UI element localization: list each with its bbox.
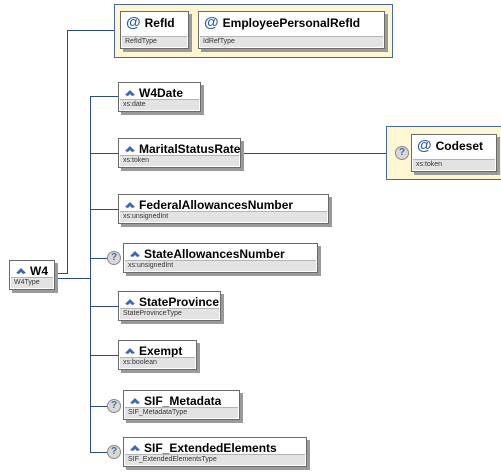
node-face: W4Date xs:date	[118, 82, 201, 112]
node-title: @ Codeset	[417, 137, 483, 154]
node-title: @ RefId	[126, 14, 175, 31]
connector-branch-federal	[90, 209, 118, 210]
element-type: xs:unsignedInt	[125, 260, 316, 271]
element-diamond-icon	[125, 299, 135, 305]
question-mark-icon: ?	[107, 251, 121, 265]
element-name: StateAllowancesNumber	[144, 247, 285, 261]
element-name: SIF_Metadata	[144, 394, 222, 408]
element-federalallowancesnumber[interactable]: FederalAllowancesNumber xs:unsignedInt	[118, 194, 332, 227]
attribute-employeepersonalrefid[interactable]: @ EmployeePersonalRefId IdRefType	[198, 11, 388, 52]
element-diamond-icon	[130, 445, 140, 451]
node-title: W4Date	[124, 86, 183, 100]
element-diamond-icon	[16, 268, 26, 274]
connector-sequence-vertical	[90, 96, 91, 452]
connector-branch-state-allowances	[90, 258, 107, 259]
element-name: W4	[30, 264, 48, 278]
element-diamond-icon	[125, 146, 135, 152]
question-mark-icon: ?	[107, 399, 121, 413]
element-name: FederalAllowancesNumber	[139, 198, 294, 212]
root-element-w4[interactable]: W4 W4Type	[9, 260, 58, 293]
connector-attributes-horizontal	[67, 30, 114, 31]
question-mark-icon: ?	[107, 445, 121, 459]
node-face: StateProvince StateProvinceType	[118, 291, 221, 321]
question-mark-icon: ?	[395, 146, 409, 160]
node-title: MaritalStatusRate	[124, 142, 240, 156]
node-face: StateAllowancesNumber xs:unsignedInt	[123, 243, 318, 273]
element-diamond-icon	[125, 348, 135, 354]
node-title: @ EmployeePersonalRefId	[204, 14, 361, 31]
attribute-type: IdRefType	[200, 36, 383, 47]
element-name: MaritalStatusRate	[139, 142, 241, 156]
element-name: SIF_ExtendedElements	[144, 441, 277, 455]
attribute-name: RefId	[144, 16, 175, 30]
at-sign-icon: @	[204, 14, 219, 31]
element-sif-extendedelements[interactable]: SIF_ExtendedElements SIF_ExtendedElement…	[123, 437, 310, 470]
node-title: StateProvince	[124, 295, 219, 309]
element-type: xs:token	[120, 155, 239, 166]
node-face: W4 W4Type	[9, 260, 55, 290]
node-title: Exempt	[124, 344, 182, 358]
element-exempt[interactable]: Exempt xs:boolean	[118, 340, 200, 373]
attribute-type: xs:token	[413, 159, 495, 170]
node-title: SIF_Metadata	[129, 394, 221, 408]
attribute-type: RefIdType	[122, 36, 187, 47]
connector-root-to-sequence	[55, 278, 90, 279]
attribute-refid[interactable]: @ RefId RefIdType	[120, 11, 192, 52]
node-face: MaritalStatusRate xs:token	[118, 138, 241, 168]
element-type: W4Type	[11, 277, 53, 288]
connector-branch-exempt	[90, 355, 118, 356]
element-diamond-icon	[130, 398, 140, 404]
element-type: SIF_MetadataType	[125, 407, 238, 418]
element-name: StateProvince	[139, 295, 220, 309]
connector-branch-marital	[90, 153, 118, 154]
node-face: @ RefId RefIdType	[120, 11, 189, 49]
element-diamond-icon	[125, 202, 135, 208]
connector-branch-extended	[90, 452, 107, 453]
element-w4date[interactable]: W4Date xs:date	[118, 82, 204, 115]
attribute-name: EmployeePersonalRefId	[222, 16, 361, 30]
element-type: xs:date	[120, 99, 199, 110]
element-diamond-icon	[125, 90, 135, 96]
element-type: xs:boolean	[120, 357, 195, 368]
element-name: W4Date	[139, 86, 184, 100]
element-diamond-icon	[130, 251, 140, 257]
node-face: @ Codeset xs:token	[411, 134, 497, 172]
element-stateallowancesnumber[interactable]: StateAllowancesNumber xs:unsignedInt	[123, 243, 321, 276]
node-title: W4	[15, 264, 48, 278]
element-type: SIF_ExtendedElementsType	[125, 454, 305, 465]
node-face: SIF_Metadata SIF_MetadataType	[123, 390, 240, 420]
element-type: StateProvinceType	[120, 308, 219, 319]
element-type: xs:unsignedInt	[120, 211, 327, 222]
schema-diagram: @ RefId RefIdType @ EmployeePersonalRefI…	[0, 0, 501, 475]
node-face: FederalAllowancesNumber xs:unsignedInt	[118, 194, 329, 224]
at-sign-icon: @	[417, 137, 432, 154]
element-name: Exempt	[139, 344, 183, 358]
connector-attributes-vertical	[67, 30, 68, 274]
node-title: StateAllowancesNumber	[129, 247, 285, 261]
attribute-codeset[interactable]: @ Codeset xs:token	[411, 134, 500, 175]
node-face: @ EmployeePersonalRefId IdRefType	[198, 11, 385, 49]
node-title: SIF_ExtendedElements	[129, 441, 277, 455]
attribute-name: Codeset	[435, 139, 483, 153]
element-sif-metadata[interactable]: SIF_Metadata SIF_MetadataType	[123, 390, 243, 423]
connector-marital-to-codeset	[241, 153, 394, 154]
node-face: Exempt xs:boolean	[118, 340, 197, 370]
element-stateprovince[interactable]: StateProvince StateProvinceType	[118, 291, 224, 324]
connector-branch-metadata	[90, 406, 107, 407]
connector-branch-stateprovince	[90, 306, 118, 307]
connector-branch-w4date	[90, 96, 118, 97]
at-sign-icon: @	[126, 14, 141, 31]
node-face: SIF_ExtendedElements SIF_ExtendedElement…	[123, 437, 307, 467]
node-title: FederalAllowancesNumber	[124, 198, 293, 212]
element-maritalstatusrate[interactable]: MaritalStatusRate xs:token	[118, 138, 244, 171]
